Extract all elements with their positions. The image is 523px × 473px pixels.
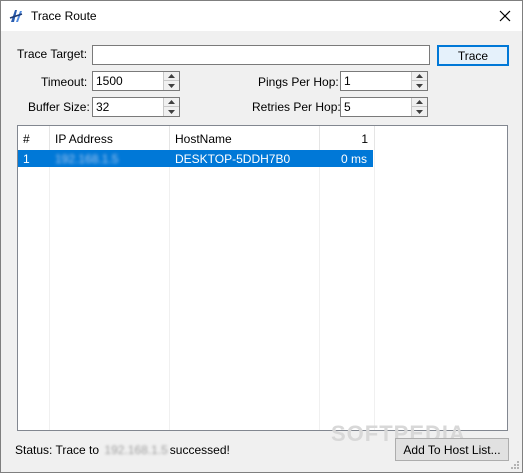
status-suffix: successed!	[169, 443, 230, 457]
table-row[interactable]: 1 192.168.1.5 DESKTOP-5DDH7B0 0 ms	[18, 150, 373, 167]
pings-per-hop-value: 1	[344, 74, 351, 88]
add-to-host-list-button[interactable]: Add To Host List...	[395, 438, 509, 461]
grid-line	[374, 150, 375, 430]
buffer-size-value: 32	[96, 100, 110, 114]
close-button[interactable]	[494, 5, 516, 27]
resize-grip-icon[interactable]	[510, 460, 520, 470]
status-prefix: Status: Trace to	[15, 443, 100, 457]
row-hostname: DESKTOP-5DDH7B0	[175, 152, 291, 166]
timeout-up-button[interactable]	[164, 72, 179, 81]
buffer-size-up-button[interactable]	[164, 98, 179, 107]
buffer-size-label: Buffer Size:	[28, 100, 90, 114]
arrow-up-icon	[416, 100, 423, 104]
timeout-spin-buttons	[163, 72, 179, 90]
title-bar[interactable]: Trace Route	[1, 1, 522, 31]
pings-up-button[interactable]	[412, 72, 427, 81]
pings-per-hop-label: Pings Per Hop:	[258, 75, 339, 89]
arrow-down-icon	[168, 83, 175, 88]
arrow-up-icon	[168, 100, 175, 104]
pings-per-hop-stepper[interactable]: 1	[340, 71, 428, 91]
column-header-hostname[interactable]: HostName	[170, 126, 320, 150]
pings-down-button[interactable]	[412, 81, 427, 90]
pings-spin-buttons	[411, 72, 427, 90]
retries-down-button[interactable]	[412, 107, 427, 116]
timeout-value: 1500	[96, 74, 123, 88]
status-ip: 192.168.1.5	[104, 443, 168, 457]
trace-route-icon	[9, 10, 23, 22]
grid-line	[49, 150, 50, 430]
arrow-down-icon	[416, 109, 423, 114]
row-ip-address: 192.168.1.5	[55, 152, 119, 166]
column-header-hop-1[interactable]: 1	[320, 126, 375, 150]
trace-route-window: Trace Route Trace Target: Trace Timeout:…	[0, 0, 523, 473]
row-number: 1	[23, 152, 30, 166]
retries-spin-buttons	[411, 98, 427, 116]
retries-up-button[interactable]	[412, 98, 427, 107]
trace-target-input[interactable]	[92, 45, 430, 65]
status-bar: Status: Trace to 192.168.1.5 successed!	[15, 443, 230, 457]
grid-line	[319, 150, 320, 430]
buffer-size-down-button[interactable]	[164, 107, 179, 116]
window-title: Trace Route	[31, 9, 97, 23]
timeout-stepper[interactable]: 1500	[92, 71, 180, 91]
buffer-size-spin-buttons	[163, 98, 179, 116]
timeout-down-button[interactable]	[164, 81, 179, 90]
grid-line	[169, 150, 170, 430]
column-header-ip-address[interactable]: IP Address	[50, 126, 170, 150]
arrow-up-icon	[168, 74, 175, 78]
trace-target-label: Trace Target:	[17, 47, 88, 61]
column-header-number[interactable]: #	[18, 126, 50, 150]
trace-results-list[interactable]: # IP Address HostName 1 1 192.168.1.5 DE…	[17, 125, 508, 431]
close-icon	[499, 10, 511, 22]
timeout-label: Timeout:	[41, 75, 88, 89]
arrow-up-icon	[416, 74, 423, 78]
buffer-size-stepper[interactable]: 32	[92, 97, 180, 117]
retries-per-hop-stepper[interactable]: 5	[340, 97, 428, 117]
retries-per-hop-value: 5	[344, 100, 351, 114]
row-time: 0 ms	[340, 152, 367, 166]
trace-button[interactable]: Trace	[437, 45, 509, 66]
arrow-down-icon	[168, 109, 175, 114]
retries-per-hop-label: Retries Per Hop:	[252, 100, 341, 114]
arrow-down-icon	[416, 83, 423, 88]
